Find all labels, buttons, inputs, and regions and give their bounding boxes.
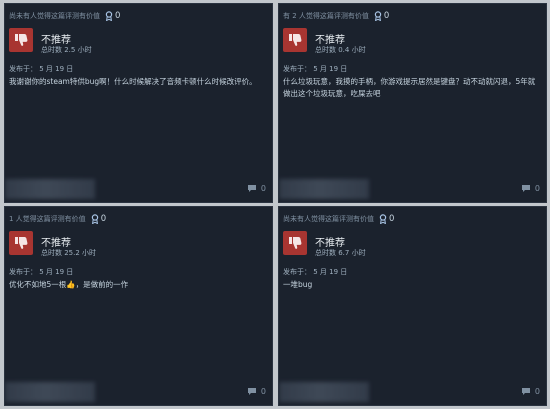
thumbs-down-icon	[9, 28, 33, 52]
posted-date: 发布于： 5 月 19 日	[283, 268, 348, 276]
review-verdict: 不推荐	[41, 238, 71, 249]
award-button[interactable]: 0	[91, 214, 106, 224]
helpful-count-text: 有 2 人觉得这篇评测有价值	[283, 12, 369, 20]
thumbs-down-icon	[9, 231, 33, 255]
review-card: 尚未有人觉得这篇评测有价值 0 不推荐 总时数 6.7 小时 发布于： 5 月 …	[278, 206, 547, 406]
review-body: 我谢谢你的steam特供bug啊！什么时候解决了音频卡顿什么时候改评价。	[9, 77, 257, 86]
review-card: 尚未有人觉得这篇评测有价值 0 不推荐 总时数 2.5 小时 发布于： 5 月 …	[4, 3, 273, 203]
review-card: 1 人觉得这篇评测有价值 0 不推荐 总时数 25.2 小时 发布于： 5 月 …	[4, 206, 273, 406]
review-body: 一堆bug	[283, 280, 313, 289]
playtime-hours: 总时数 2.5 小时	[41, 46, 92, 54]
comment-icon	[247, 185, 256, 192]
review-verdict: 不推荐	[315, 35, 345, 46]
helpful-count-text: 尚未有人觉得这篇评测有价值	[9, 12, 100, 20]
helpful-row: 1 人觉得这篇评测有价值 0	[9, 212, 106, 226]
comment-count: 0	[260, 184, 266, 193]
helpful-row: 尚未有人觉得这篇评测有价值 0	[9, 9, 120, 23]
comments-button[interactable]: 0	[247, 184, 266, 193]
thumbs-down-icon	[283, 231, 307, 255]
reviewer-profile-blurred	[279, 179, 369, 199]
award-count: 0	[389, 214, 395, 224]
review-verdict: 不推荐	[41, 35, 71, 46]
award-button[interactable]: 0	[105, 11, 120, 21]
comment-count: 0	[534, 184, 540, 193]
playtime-hours: 总时数 25.2 小时	[41, 249, 97, 257]
award-icon	[91, 214, 98, 224]
award-icon	[105, 11, 113, 21]
comment-icon	[521, 185, 530, 192]
playtime-hours: 总时数 6.7 小时	[315, 249, 366, 257]
award-count: 0	[100, 214, 107, 224]
award-count: 0	[115, 11, 121, 21]
review-body: 优化不如地5一根👍，是做前的一作	[9, 280, 129, 289]
award-icon	[374, 11, 382, 21]
helpful-count-text: 尚未有人觉得这篇评测有价值	[283, 215, 374, 223]
thumbs-down-icon	[283, 28, 307, 52]
review-body: 什么垃圾玩意，我摸的手柄，你游戏提示居然是键盘？动不动就闪退，5年就做出这个垃圾…	[283, 77, 536, 98]
award-count: 0	[383, 11, 390, 21]
posted-date: 发布于： 5 月 19 日	[9, 268, 74, 276]
posted-date: 发布于： 5 月 19 日	[283, 65, 348, 73]
review-card: 有 2 人觉得这篇评测有价值 0 不推荐 总时数 0.4 小时 发布于： 5 月…	[278, 3, 547, 203]
award-button[interactable]: 0	[374, 11, 389, 21]
comments-button[interactable]: 0	[521, 184, 540, 193]
comment-count: 0	[260, 387, 266, 396]
reviewer-profile-blurred	[279, 382, 369, 402]
review-verdict: 不推荐	[315, 238, 345, 249]
award-button[interactable]: 0	[379, 214, 394, 224]
comments-button[interactable]: 0	[521, 387, 540, 396]
reviewer-profile-blurred	[5, 179, 95, 199]
comments-button[interactable]: 0	[247, 387, 266, 396]
posted-date: 发布于： 5 月 19 日	[9, 65, 74, 73]
playtime-hours: 总时数 0.4 小时	[315, 46, 366, 54]
reviewer-profile-blurred	[5, 382, 95, 402]
award-icon	[379, 214, 387, 224]
comment-count: 0	[534, 387, 540, 396]
comment-icon	[247, 388, 256, 395]
helpful-row: 有 2 人觉得这篇评测有价值 0	[283, 9, 389, 23]
helpful-row: 尚未有人觉得这篇评测有价值 0	[283, 212, 394, 226]
helpful-count-text: 1 人觉得这篇评测有价值	[9, 215, 86, 223]
comment-icon	[521, 388, 530, 395]
